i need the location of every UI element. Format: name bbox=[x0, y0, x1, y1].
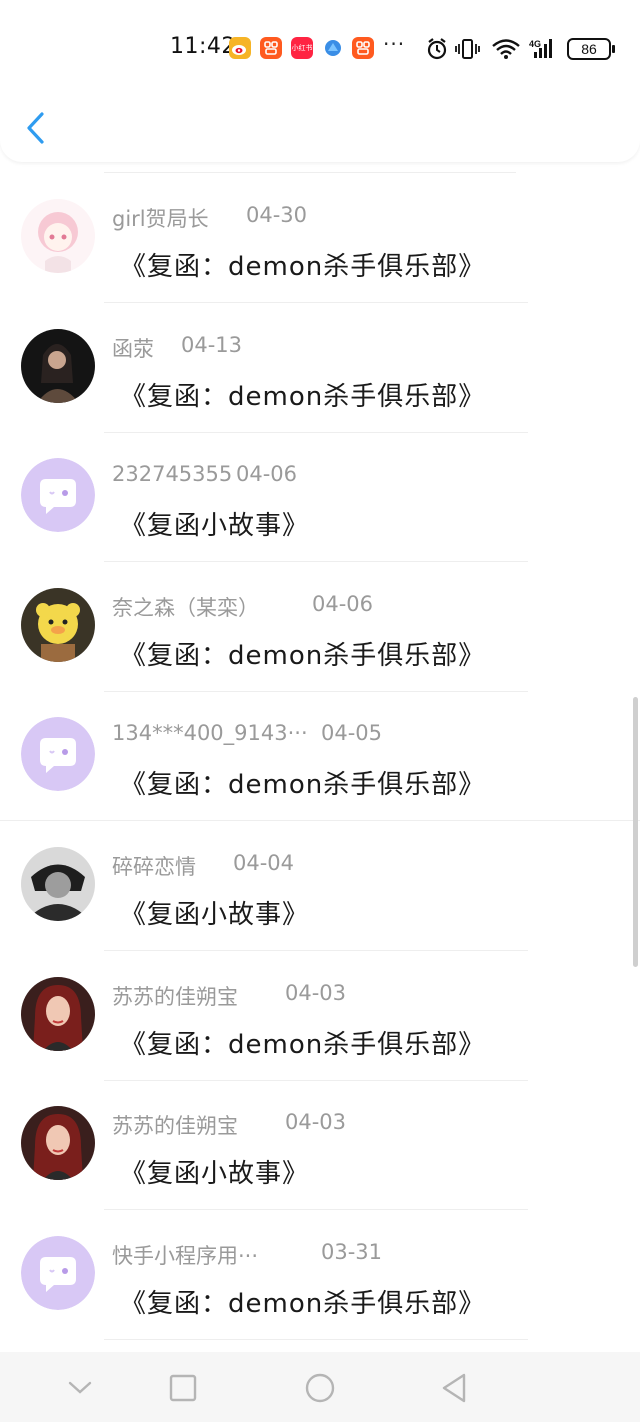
divider bbox=[104, 1209, 528, 1210]
message-date: 04-04 bbox=[233, 851, 295, 875]
divider bbox=[104, 1339, 528, 1340]
sender-name[interactable]: girl贺局长 bbox=[112, 207, 209, 231]
kuaishou-icon bbox=[260, 37, 282, 59]
divider bbox=[104, 561, 528, 562]
divider bbox=[104, 950, 528, 951]
message-date: 04-13 bbox=[181, 333, 243, 357]
message-meta: girl贺局长 04-30 bbox=[112, 203, 307, 233]
message-title: 《复函小故事》 bbox=[120, 900, 310, 930]
sender-name[interactable]: 碎碎恋情 bbox=[112, 855, 196, 879]
message-meta: 奈之森（某栾） 04-06 bbox=[112, 592, 373, 622]
square-recent-icon bbox=[169, 1374, 197, 1402]
status-time: 11:42 bbox=[170, 34, 236, 59]
recent-apps-button[interactable] bbox=[165, 1370, 201, 1406]
scrollbar[interactable] bbox=[633, 697, 638, 967]
message-title: 《复函：demon杀手俱乐部》 bbox=[120, 252, 486, 282]
message-title: 《复函：demon杀手俱乐部》 bbox=[120, 641, 486, 671]
divider bbox=[104, 172, 516, 173]
status-bar: 11:42 小红书 ··· 4G 86 bbox=[0, 26, 640, 70]
avatar[interactable] bbox=[21, 847, 95, 921]
sender-name[interactable]: 232745355 bbox=[112, 462, 232, 486]
vibrate-icon bbox=[455, 39, 480, 59]
list-item[interactable]: 苏苏的佳朔宝 04-03 《复函：demon杀手俱乐部》 bbox=[0, 952, 640, 1081]
alarm-icon bbox=[427, 38, 447, 60]
message-meta: 快手小程序用··· 03-31 bbox=[112, 1240, 382, 1270]
message-meta: 碎碎恋情 04-04 bbox=[112, 851, 294, 881]
system-nav-bar bbox=[0, 1352, 640, 1422]
network-type: 4G bbox=[529, 39, 541, 49]
message-date: 04-30 bbox=[246, 203, 308, 227]
battery-level: 86 bbox=[581, 41, 597, 57]
wifi-icon bbox=[492, 39, 520, 59]
divider bbox=[0, 820, 640, 821]
status-indicators: 4G 86 bbox=[425, 36, 625, 60]
message-title: 《复函小故事》 bbox=[120, 1159, 310, 1189]
sender-name[interactable]: 134***400_9143··· bbox=[112, 721, 308, 745]
avatar[interactable] bbox=[21, 1236, 95, 1310]
avatar[interactable] bbox=[21, 1106, 95, 1180]
message-meta: 函荥 04-13 bbox=[112, 333, 242, 363]
message-title: 《复函：demon杀手俱乐部》 bbox=[120, 382, 486, 412]
status-overflow: ··· bbox=[383, 32, 406, 56]
message-meta: 苏苏的佳朔宝 04-03 bbox=[112, 981, 346, 1011]
message-meta: 134***400_9143··· 04-05 bbox=[112, 721, 382, 745]
message-date: 04-03 bbox=[285, 1110, 347, 1134]
kuaishou-icon bbox=[352, 37, 374, 59]
back-nav-button[interactable] bbox=[437, 1370, 473, 1406]
home-button[interactable] bbox=[302, 1370, 338, 1406]
top-app-bar: 11:42 小红书 ··· 4G 86 bbox=[0, 0, 640, 162]
weibo-icon bbox=[229, 37, 251, 59]
message-date: 04-06 bbox=[312, 592, 374, 616]
avatar[interactable] bbox=[21, 717, 95, 791]
message-date: 03-31 bbox=[321, 1240, 383, 1264]
list-item[interactable]: girl贺局长 04-30 《复函：demon杀手俱乐部》 bbox=[0, 174, 640, 303]
avatar[interactable] bbox=[21, 458, 95, 532]
list-item[interactable]: 快手小程序用··· 03-31 《复函：demon杀手俱乐部》 bbox=[0, 1211, 640, 1340]
chevron-down-icon bbox=[68, 1381, 92, 1394]
message-title: 《复函：demon杀手俱乐部》 bbox=[120, 1030, 486, 1060]
message-title: 《复函：demon杀手俱乐部》 bbox=[120, 1289, 486, 1319]
back-button[interactable] bbox=[18, 106, 58, 150]
sender-name[interactable]: 奈之森（某栾） bbox=[112, 596, 259, 620]
chevron-left-icon bbox=[27, 112, 44, 144]
sender-name[interactable]: 函荥 bbox=[112, 337, 154, 361]
list-item[interactable]: 奈之森（某栾） 04-06 《复函：demon杀手俱乐部》 bbox=[0, 563, 640, 692]
avatar[interactable] bbox=[21, 199, 95, 273]
xiaohongshu-icon: 小红书 bbox=[291, 37, 313, 59]
list-item[interactable]: 函荥 04-13 《复函：demon杀手俱乐部》 bbox=[0, 304, 640, 433]
divider bbox=[104, 302, 528, 303]
hide-keyboard-button[interactable] bbox=[62, 1370, 98, 1406]
message-title: 《复函：demon杀手俱乐部》 bbox=[120, 770, 486, 800]
message-title: 《复函小故事》 bbox=[120, 511, 310, 541]
list-item[interactable]: 134***400_9143··· 04-05 《复函：demon杀手俱乐部》 bbox=[0, 692, 640, 821]
battery-icon: 86 bbox=[567, 38, 615, 60]
avatar[interactable] bbox=[21, 329, 95, 403]
message-date: 04-05 bbox=[321, 721, 383, 745]
message-date: 04-03 bbox=[285, 981, 347, 1005]
sender-name[interactable]: 快手小程序用··· bbox=[112, 1244, 258, 1268]
avatar[interactable] bbox=[21, 977, 95, 1051]
circle-home-icon bbox=[305, 1373, 335, 1403]
browser-icon bbox=[322, 37, 344, 59]
list-item[interactable]: 232745355 04-06 《复函小故事》 bbox=[0, 433, 640, 562]
sender-name[interactable]: 苏苏的佳朔宝 bbox=[112, 985, 238, 1009]
avatar[interactable] bbox=[21, 588, 95, 662]
triangle-back-icon bbox=[442, 1373, 466, 1403]
message-meta: 232745355 04-06 bbox=[112, 462, 297, 486]
message-meta: 苏苏的佳朔宝 04-03 bbox=[112, 1110, 346, 1140]
list-item[interactable]: 碎碎恋情 04-04 《复函小故事》 bbox=[0, 822, 640, 951]
message-date: 04-06 bbox=[236, 462, 298, 486]
sender-name[interactable]: 苏苏的佳朔宝 bbox=[112, 1114, 238, 1138]
list-item[interactable]: 苏苏的佳朔宝 04-03 《复函小故事》 bbox=[0, 1081, 640, 1210]
